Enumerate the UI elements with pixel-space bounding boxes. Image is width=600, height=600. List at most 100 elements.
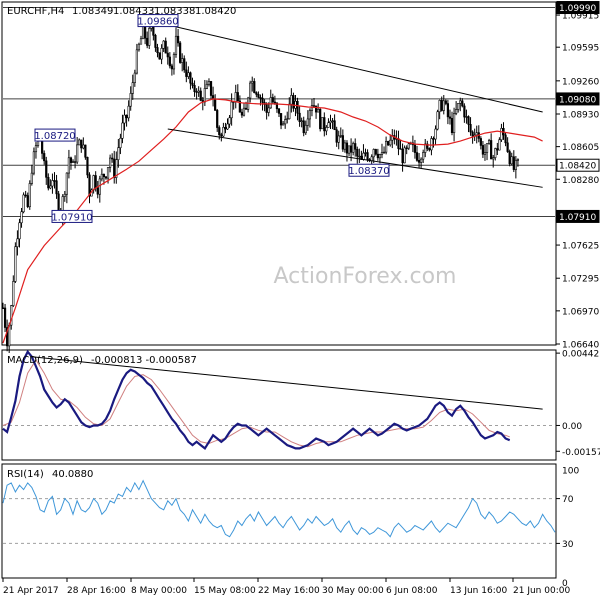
candle-body xyxy=(76,144,79,163)
candle-body xyxy=(354,143,357,150)
candle-body xyxy=(111,157,114,160)
candle-body xyxy=(228,117,231,125)
candle-body xyxy=(428,148,431,151)
candle-body xyxy=(123,114,126,124)
candle-body xyxy=(244,107,248,110)
rsi-plot xyxy=(2,479,556,544)
candle-body xyxy=(302,120,305,134)
candle-body xyxy=(329,120,332,124)
candle-body xyxy=(30,172,33,184)
candle-body xyxy=(483,152,487,155)
candle-body xyxy=(485,143,489,153)
candle-body xyxy=(104,176,108,179)
candle-body xyxy=(356,148,359,157)
candle-body xyxy=(170,65,173,70)
candle-body xyxy=(24,194,27,197)
candle-body xyxy=(292,95,295,109)
candle-body xyxy=(80,139,83,149)
candle-body xyxy=(181,58,184,63)
price-axis-tick-label: 1.08280 xyxy=(562,176,599,186)
candle-body xyxy=(113,158,116,178)
candle-body xyxy=(403,147,406,164)
rsi-line xyxy=(2,479,556,538)
candle-body xyxy=(222,126,225,137)
candle-body xyxy=(195,91,198,93)
candle-body xyxy=(504,134,507,144)
candle-body xyxy=(298,112,301,122)
price-plot: 1.09860 1.08720 1.07910 1.08370 xyxy=(1,7,555,353)
candle-body xyxy=(127,105,130,119)
x-axis-tick-label: 22 May 16:00 xyxy=(258,586,320,596)
candle-body xyxy=(442,100,445,111)
x-axis-tick-label: 8 May 00:00 xyxy=(131,586,187,596)
candle-body xyxy=(47,177,50,189)
candle-body xyxy=(207,81,211,85)
price-annotation-label: 1.07910 xyxy=(51,212,92,223)
price-trendline xyxy=(167,128,543,188)
candle-body xyxy=(257,94,260,98)
candle-body xyxy=(51,180,54,187)
candle-body xyxy=(261,97,264,103)
candle-body xyxy=(337,135,340,143)
candle-body xyxy=(183,58,186,71)
candle-body xyxy=(296,100,299,114)
candle-body xyxy=(131,82,134,94)
macd-line xyxy=(2,349,511,451)
candle-body xyxy=(444,100,447,104)
candle-body xyxy=(438,100,441,113)
candle-body xyxy=(389,139,392,146)
candle-body xyxy=(312,105,316,107)
rsi-axis-tick-label: 100 xyxy=(562,467,579,477)
price-axis-tick-label: 1.06970 xyxy=(562,307,599,317)
candle-body xyxy=(510,156,513,165)
candle-body xyxy=(455,109,458,114)
candle-body xyxy=(352,143,355,153)
candle-body xyxy=(156,47,159,54)
candle-body xyxy=(3,307,7,328)
candle-body xyxy=(185,69,188,77)
candle-body xyxy=(306,118,309,126)
candle-body xyxy=(323,117,326,132)
candle-body xyxy=(119,137,122,149)
candle-body xyxy=(512,156,515,170)
candle-body xyxy=(176,35,180,44)
candle-body xyxy=(73,161,77,163)
candle-body xyxy=(461,100,464,107)
candle-body xyxy=(203,88,206,103)
candle-body xyxy=(230,101,233,119)
candle-body xyxy=(366,152,369,160)
candle-body xyxy=(362,152,365,160)
candle-body xyxy=(333,120,336,131)
rsi-value: 40.0880 xyxy=(52,469,93,480)
price-axis-tick-label: 1.08930 xyxy=(562,110,599,120)
candle-body xyxy=(226,123,229,130)
candle-body xyxy=(282,123,285,126)
candle-body xyxy=(422,152,425,160)
candle-body xyxy=(205,83,209,89)
candle-body xyxy=(14,246,17,282)
candle-body xyxy=(325,127,328,132)
candle-body xyxy=(214,98,217,111)
candle-body xyxy=(490,140,493,160)
candle-body xyxy=(34,145,38,153)
candle-body xyxy=(405,147,408,149)
candle-body xyxy=(249,82,252,99)
candle-body xyxy=(251,81,254,84)
candle-body xyxy=(430,138,433,151)
candle-body xyxy=(469,124,472,133)
candle-body xyxy=(1,307,5,309)
candle-body xyxy=(197,90,200,93)
candle-body xyxy=(308,110,311,120)
price-axis-tick-label: 1.09260 xyxy=(562,77,599,87)
candle-body xyxy=(16,238,19,248)
candle-body xyxy=(86,156,89,176)
price-panel-frame xyxy=(1,1,557,346)
candle-body xyxy=(224,126,227,130)
rsi-axis-tick-label: 30 xyxy=(562,540,574,550)
candle-body xyxy=(304,124,307,134)
candle-body xyxy=(378,154,382,159)
candle-body xyxy=(415,152,419,161)
candle-body xyxy=(92,175,95,191)
candle-body xyxy=(53,180,56,182)
candle-body xyxy=(234,92,237,102)
